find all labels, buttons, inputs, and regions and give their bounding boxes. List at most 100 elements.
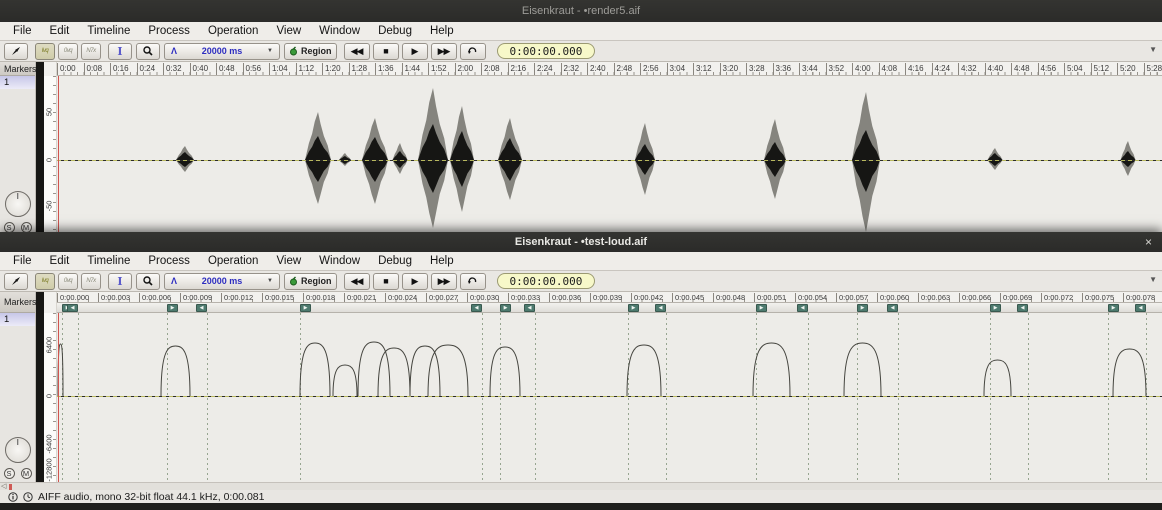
menu-file[interactable]: File: [4, 25, 41, 37]
loop-button[interactable]: [460, 273, 486, 290]
marker-list-item[interactable]: 1: [0, 76, 35, 89]
rewind-button[interactable]: ◀◀: [344, 273, 370, 290]
blend-tool-button-1[interactable]: Ivq: [35, 43, 55, 60]
region-end-flag[interactable]: ◀: [887, 304, 898, 312]
region-button[interactable]: Region: [284, 43, 337, 60]
stop-button[interactable]: ■: [373, 273, 399, 290]
region-end-flag[interactable]: ◀: [524, 304, 535, 312]
toolbar-overflow-chevron[interactable]: ▼: [1149, 45, 1157, 54]
ruler-tick: 2:48: [614, 63, 633, 75]
menu-operation[interactable]: Operation: [199, 255, 268, 267]
rewind-button[interactable]: ◀◀: [344, 43, 370, 60]
pointer-tool-button[interactable]: [4, 43, 28, 60]
timescale-value: 20000 ms: [180, 276, 264, 286]
menu-window[interactable]: Window: [310, 255, 369, 267]
play-button[interactable]: ▶: [402, 43, 428, 60]
timescale-dropdown[interactable]: Λ 20000 ms ▼: [164, 43, 280, 60]
region-label: Region: [301, 46, 332, 56]
ruler-tick: 0:24: [137, 63, 156, 75]
region-start-flag[interactable]: ▶: [300, 304, 311, 312]
ruler-tick: 0:00.063: [918, 293, 950, 302]
toolbar-overflow-chevron[interactable]: ▼: [1149, 275, 1157, 284]
horizontal-scrollbar[interactable]: ◁: [0, 482, 1162, 490]
menu-help[interactable]: Help: [421, 25, 463, 37]
menu-debug[interactable]: Debug: [369, 25, 421, 37]
play-icon: ▶: [412, 276, 418, 287]
zoom-tool-button[interactable]: [136, 273, 160, 290]
ibeam-tool-button[interactable]: I: [108, 43, 132, 60]
menu-timeline[interactable]: Timeline: [78, 255, 139, 267]
menu-debug[interactable]: Debug: [369, 255, 421, 267]
menu-operation[interactable]: Operation: [199, 25, 268, 37]
region-end-flag[interactable]: ◀: [655, 304, 666, 312]
region-markers-row: ▶▶▶▶▶▶▶▶▶◀◀◀◀◀◀◀◀◀: [57, 303, 1162, 313]
menu-edit[interactable]: Edit: [41, 25, 79, 37]
channel-controls: S M: [0, 191, 35, 236]
ruler-tick: 2:40: [587, 63, 606, 75]
forward-button[interactable]: ▶▶: [431, 43, 457, 60]
ruler-tick: 3:44: [799, 63, 818, 75]
region-end-flag[interactable]: ◀: [1135, 304, 1146, 312]
region-end-flag[interactable]: ◀: [67, 304, 78, 312]
loop-icon: [467, 46, 478, 56]
titlebar-test-loud[interactable]: Eisenkraut - •test-loud.aif ×: [0, 232, 1162, 252]
menu-window[interactable]: Window: [310, 25, 369, 37]
region-start-flag[interactable]: ▶: [1108, 304, 1119, 312]
blend-tool-button-3[interactable]: N7x: [81, 43, 101, 60]
region-button[interactable]: Region: [284, 273, 337, 290]
close-icon[interactable]: ×: [1145, 236, 1152, 248]
blend-tool-button-1[interactable]: Ivq: [35, 273, 55, 290]
timescale-dropdown[interactable]: Λ 20000 ms ▼: [164, 273, 280, 290]
waveform-svg: [57, 76, 1162, 236]
mute-button[interactable]: M: [21, 468, 32, 479]
ibeam-icon: I: [117, 275, 122, 288]
region-start-flag[interactable]: ▶: [628, 304, 639, 312]
region-start-flag[interactable]: ▶: [990, 304, 1001, 312]
scrollbar-thumb[interactable]: [9, 484, 12, 490]
play-button[interactable]: ▶: [402, 273, 428, 290]
menu-file[interactable]: File: [4, 255, 41, 267]
blend-tool-button-2[interactable]: 0vq: [58, 273, 78, 290]
titlebar-render5[interactable]: Eisenkraut - •render5.aif: [0, 0, 1162, 22]
gain-knob[interactable]: [5, 437, 31, 463]
region-start-flag[interactable]: ▶: [857, 304, 868, 312]
zoom-tool-button[interactable]: [136, 43, 160, 60]
forward-button[interactable]: ▶▶: [431, 273, 457, 290]
ruler-tick: 1:04: [269, 63, 288, 75]
region-end-flag[interactable]: ◀: [1017, 304, 1028, 312]
axis-label: 0: [45, 394, 54, 398]
menu-process[interactable]: Process: [139, 25, 199, 37]
blend-tool-button-3[interactable]: N7x: [81, 273, 101, 290]
region-end-flag[interactable]: ◀: [196, 304, 207, 312]
gain-knob[interactable]: [5, 191, 31, 217]
region-end-flag[interactable]: ◀: [471, 304, 482, 312]
ibeam-tool-button[interactable]: I: [108, 273, 132, 290]
menu-process[interactable]: Process: [139, 255, 199, 267]
loop-button[interactable]: [460, 43, 486, 60]
region-start-flag[interactable]: ▶: [167, 304, 178, 312]
region-start-flag[interactable]: ▶: [756, 304, 767, 312]
menu-view[interactable]: View: [267, 255, 310, 267]
menu-view[interactable]: View: [267, 25, 310, 37]
ruler-tick: 2:24: [534, 63, 553, 75]
waveform-display[interactable]: [57, 76, 1162, 236]
scroll-left-icon[interactable]: ◁: [1, 483, 6, 491]
status-text: AIFF audio, mono 32-bit float 44.1 kHz, …: [38, 491, 264, 503]
menu-help[interactable]: Help: [421, 255, 463, 267]
region-end-flag[interactable]: ◀: [797, 304, 808, 312]
marker-list-item[interactable]: 1: [0, 313, 35, 326]
region-start-flag[interactable]: ▶: [500, 304, 511, 312]
blend-tool-group: Ivq 0vq N7x: [35, 43, 101, 60]
time-ruler[interactable]: 0:00.0000:00.0030:00.0060:00.0090:00.012…: [57, 292, 1162, 303]
menu-edit[interactable]: Edit: [41, 255, 79, 267]
ruler-tick: 0:00.015: [262, 293, 294, 302]
waveform-display[interactable]: [57, 313, 1162, 482]
solo-button[interactable]: S: [4, 468, 15, 479]
time-ruler[interactable]: 0:000:080:160:240:320:400:480:561:041:12…: [57, 62, 1162, 76]
pointer-tool-button[interactable]: [4, 273, 28, 290]
blend-tool-button-2[interactable]: 0vq: [58, 43, 78, 60]
ruler-tick: 0:00.021: [344, 293, 376, 302]
menu-timeline[interactable]: Timeline: [78, 25, 139, 37]
ruler-tick: 0:00.000: [57, 293, 89, 302]
stop-button[interactable]: ■: [373, 43, 399, 60]
